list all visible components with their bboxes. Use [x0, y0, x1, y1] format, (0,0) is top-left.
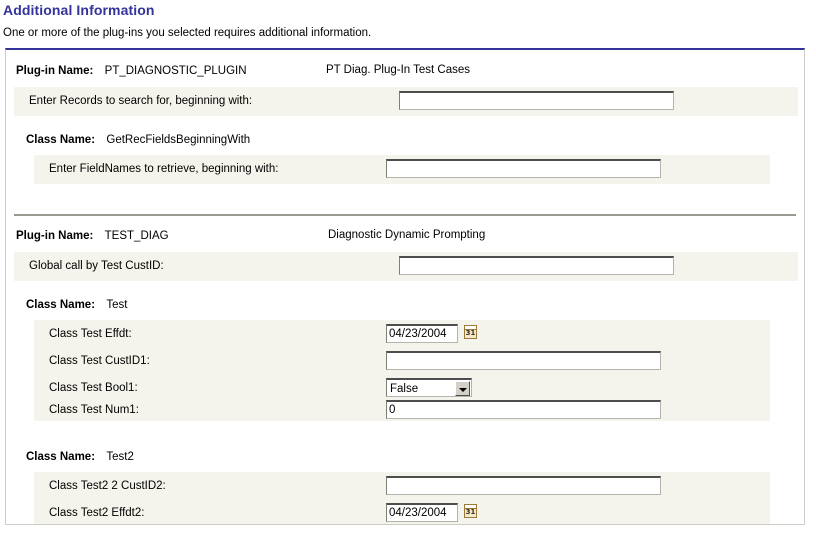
class-name-label-3: Class Name: — [26, 451, 96, 463]
plugin-field-block-1: Enter Records to search for, beginning w… — [14, 87, 798, 116]
plugin-name-label: Plug-in Name: — [16, 65, 94, 77]
plugin-header-2: Plug-in Name: TEST_DIAG — [16, 228, 169, 242]
class-test-custid1-input[interactable] — [386, 351, 661, 370]
class-name-label: Class Name: — [26, 134, 96, 146]
class-header-2: Class Name: Test — [26, 297, 127, 311]
field-label-test2-custid2: Class Test2 2 CustID2: — [49, 480, 166, 492]
field-label-global-call: Global call by Test CustID: — [29, 260, 164, 272]
global-call-custid-input[interactable] — [399, 256, 674, 275]
class-test-num1-input[interactable] — [386, 400, 661, 419]
plugin-name-label-2: Plug-in Name: — [16, 230, 94, 242]
calendar-icon-day: 31 — [465, 329, 476, 337]
plugin-description-2: Diagnostic Dynamic Prompting — [328, 229, 486, 241]
page-subtitle: One or more of the plug-ins you selected… — [3, 27, 372, 39]
plugin-name-value-2: TEST_DIAG — [104, 230, 169, 242]
field-label-fieldnames: Enter FieldNames to retrieve, beginning … — [49, 163, 279, 175]
class-field-block-1: Enter FieldNames to retrieve, beginning … — [34, 155, 770, 184]
calendar-icon-2-day: 31 — [465, 508, 476, 516]
class-header-3: Class Name: Test2 — [26, 449, 134, 463]
calendar-icon-2[interactable]: 31 — [464, 504, 477, 518]
page-title: Additional Information — [3, 2, 155, 18]
additional-information-page: Additional Information One or more of th… — [0, 0, 816, 539]
class-test2-effdt2-input[interactable] — [386, 503, 458, 522]
class-name-value: GetRecFieldsBeginningWith — [106, 134, 251, 146]
class-test2-custid2-input[interactable] — [386, 476, 661, 495]
class-test-bool1-value: False — [390, 383, 419, 395]
calendar-icon[interactable]: 31 — [464, 325, 477, 339]
plugin-name-value: PT_DIAGNOSTIC_PLUGIN — [104, 65, 247, 77]
class-header-1: Class Name: GetRecFieldsBeginningWith — [26, 132, 250, 146]
field-label-test-bool1: Class Test Bool1: — [49, 382, 138, 394]
plugin-section-divider — [14, 214, 796, 216]
class-field-block-2: Class Test Effdt: 31 Class Test CustID1:… — [34, 320, 770, 421]
field-label-records: Enter Records to search for, beginning w… — [29, 95, 253, 107]
class-name-label-2: Class Name: — [26, 299, 96, 311]
plugin-field-block-2: Global call by Test CustID: — [14, 252, 798, 281]
chevron-down-glyph — [459, 388, 467, 392]
plugin-header-1: Plug-in Name: PT_DIAGNOSTIC_PLUGIN — [16, 63, 247, 77]
field-label-test2-effdt2: Class Test2 Effdt2: — [49, 507, 145, 519]
fieldnames-retrieve-input[interactable] — [386, 159, 661, 178]
field-label-test-custid1: Class Test CustID1: — [49, 355, 150, 367]
class-field-block-3: Class Test2 2 CustID2: Class Test2 Effdt… — [34, 472, 770, 524]
chevron-down-icon[interactable] — [455, 381, 470, 396]
class-test-effdt-input[interactable] — [386, 324, 458, 343]
plugin-description-1: PT Diag. Plug-In Test Cases — [326, 64, 471, 76]
class-name-value-3: Test2 — [106, 451, 134, 463]
class-test-bool1-select[interactable]: False — [386, 378, 472, 397]
records-search-input[interactable] — [399, 91, 674, 110]
field-label-test-effdt: Class Test Effdt: — [49, 328, 132, 340]
field-label-test-num1: Class Test Num1: — [49, 404, 139, 416]
additional-information-panel: Plug-in Name: PT_DIAGNOSTIC_PLUGIN PT Di… — [5, 48, 805, 525]
class-name-value-2: Test — [106, 299, 128, 311]
